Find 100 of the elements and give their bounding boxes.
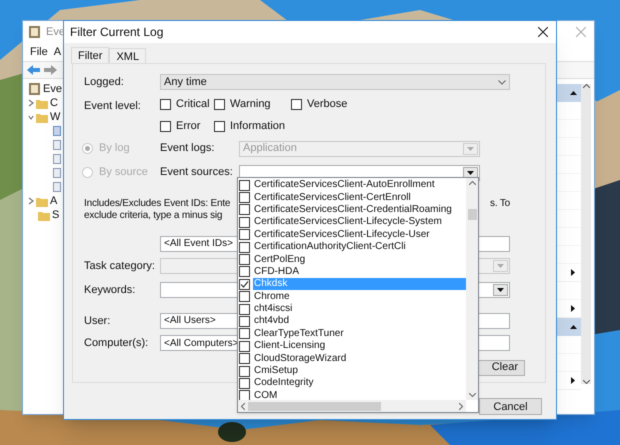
- list-item[interactable]: CertificateServicesClient-CredentialRoaming: [253, 204, 466, 216]
- folder-icon: [36, 98, 48, 108]
- field-label: Event sources:: [160, 165, 234, 180]
- list-item[interactable]: CertificateServicesClient-Lifecycle-User: [253, 228, 466, 241]
- field-label: Task category:: [84, 258, 156, 274]
- checkbox[interactable]: [214, 121, 225, 132]
- submenu-arrow-icon[interactable]: [571, 377, 575, 384]
- field-label: Keywords:: [84, 283, 136, 298]
- collapse-icon[interactable]: [570, 91, 577, 95]
- checkbox[interactable]: [239, 278, 250, 290]
- list-item[interactable]: CertPolEng: [253, 254, 466, 266]
- dropdown-button[interactable]: [493, 284, 508, 296]
- log-icon[interactable]: [53, 140, 61, 150]
- checkbox[interactable]: [239, 254, 250, 266]
- checkbox[interactable]: [239, 328, 250, 340]
- caret-down-icon: [497, 288, 504, 292]
- radio-button[interactable]: [82, 167, 93, 178]
- list-item[interactable]: CloudStorageWizard: [253, 352, 466, 365]
- submenu-arrow-icon[interactable]: [571, 269, 575, 276]
- tab[interactable]: Filter: [71, 47, 110, 64]
- checkbox[interactable]: [160, 121, 171, 132]
- checkbox[interactable]: [291, 99, 302, 110]
- list-item[interactable]: cht4vbd: [253, 315, 466, 328]
- checkbox[interactable]: [239, 316, 250, 327]
- caret-down-icon: [467, 170, 474, 174]
- dropdown-button[interactable]: [463, 166, 478, 178]
- chevron-right-icon[interactable]: [28, 197, 34, 205]
- tree-item[interactable]: Eve: [43, 80, 62, 98]
- tree-item[interactable]: S: [52, 206, 60, 224]
- checkbox[interactable]: [214, 99, 225, 110]
- tree-item[interactable]: C: [50, 94, 58, 112]
- checkbox[interactable]: [239, 390, 250, 400]
- dialog-title: Filter Current Log: [70, 24, 164, 41]
- caret-down-icon: [467, 146, 474, 150]
- scroll-up-icon[interactable]: [468, 181, 476, 185]
- checkbox[interactable]: [239, 242, 250, 253]
- checkbox[interactable]: [239, 340, 250, 352]
- checkbox[interactable]: [239, 204, 250, 216]
- log-icon[interactable]: [53, 168, 61, 178]
- help-text: Includes/Excludes Event IDs: Ente: [84, 198, 230, 210]
- horizontal-scrollbar[interactable]: [238, 400, 466, 412]
- event-viewer-icon: [29, 26, 40, 38]
- field-label: Computer(s):: [84, 336, 150, 351]
- menu-item[interactable]: File: [30, 44, 48, 60]
- checkbox[interactable]: [239, 192, 250, 204]
- checkbox-label: Verbose: [307, 97, 348, 112]
- tab[interactable]: XML: [109, 48, 146, 63]
- scroll-thumb[interactable]: [468, 208, 476, 220]
- list-item[interactable]: CertificateServicesClient-CertEnroll: [253, 192, 466, 204]
- help-text: exclude criteria, type a minus sig: [84, 210, 222, 222]
- scroll-left-icon[interactable]: [241, 402, 245, 410]
- tree-item[interactable]: W: [50, 108, 60, 126]
- checkbox[interactable]: [239, 216, 250, 228]
- cancel-button[interactable]: Cancel: [479, 398, 542, 415]
- back-arrow-icon[interactable]: [27, 65, 40, 75]
- checkbox[interactable]: [160, 99, 171, 110]
- scroll-up-icon[interactable]: [582, 84, 590, 88]
- list-item[interactable]: CertificateServicesClient-AutoEnrollment: [253, 179, 466, 192]
- scroll-down-icon[interactable]: [468, 393, 476, 397]
- scroll-thumb[interactable]: [248, 402, 381, 410]
- combo-box[interactable]: Any time: [160, 74, 510, 90]
- scroll-right-icon[interactable]: [459, 402, 463, 410]
- checkbox[interactable]: [239, 180, 250, 191]
- list-item[interactable]: CertificateServicesClient-Lifecycle-System: [253, 216, 466, 228]
- chevron-down-icon[interactable]: [28, 114, 34, 120]
- folder-icon: [38, 210, 50, 220]
- checkbox[interactable]: [239, 266, 250, 278]
- checkbox[interactable]: [239, 353, 250, 364]
- list-item[interactable]: Client-Licensing: [253, 340, 466, 352]
- log-icon[interactable]: [53, 182, 61, 192]
- checkbox[interactable]: [239, 304, 250, 315]
- chevron-right-icon[interactable]: [28, 99, 34, 107]
- scrollbar[interactable]: [581, 84, 591, 384]
- close-icon[interactable]: [538, 27, 548, 37]
- list-item[interactable]: CFD-HDA: [253, 266, 466, 278]
- log-icon[interactable]: [53, 154, 61, 164]
- chevron-down-icon: [498, 80, 506, 85]
- checkbox[interactable]: [239, 378, 250, 389]
- list-item[interactable]: CodeIntegrity: [253, 377, 466, 390]
- list-item[interactable]: CmiSetup: [253, 365, 466, 378]
- submenu-arrow-icon[interactable]: [571, 305, 575, 312]
- field-label: Event logs:: [160, 141, 216, 156]
- checkbox-label: Critical: [176, 97, 210, 112]
- scroll-down-icon[interactable]: [582, 380, 590, 384]
- checkbox[interactable]: [239, 291, 250, 302]
- tree-item[interactable]: A: [50, 192, 58, 210]
- list-item[interactable]: COM: [253, 390, 466, 400]
- menu-item[interactable]: A: [54, 44, 62, 60]
- list-item[interactable]: Chrome: [253, 290, 466, 303]
- scrollbar[interactable]: [466, 178, 478, 400]
- list-item[interactable]: cht4iscsi: [253, 303, 466, 316]
- field-label: Event level:: [84, 98, 142, 114]
- checkbox-label: Information: [230, 119, 286, 134]
- forward-arrow-icon[interactable]: [44, 65, 57, 75]
- list-item[interactable]: ClearTypeTextTuner: [253, 328, 466, 340]
- checkbox[interactable]: [239, 229, 250, 240]
- collapse-icon[interactable]: [570, 325, 577, 329]
- checkbox[interactable]: [239, 366, 250, 377]
- list-item[interactable]: CertificationAuthorityClient-CertCli: [253, 241, 466, 254]
- field-label: User:: [84, 314, 112, 328]
